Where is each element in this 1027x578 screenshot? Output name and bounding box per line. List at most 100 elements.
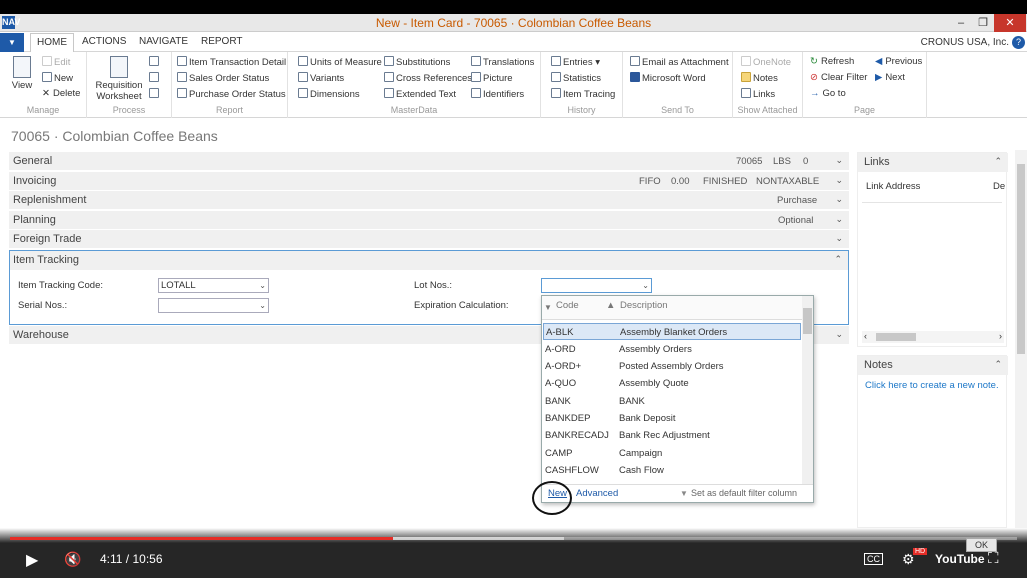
chevron-down-icon[interactable]: ⌄ [642,279,649,292]
mute-icon[interactable]: 🔇 [64,551,81,568]
item-tracking-header[interactable]: Item Tracking ⌃ [10,251,848,270]
lookup-row[interactable]: A-ORD Assembly Orders [543,341,801,358]
ribbon-group-manage: View Edit New ✕ Delete Manage [0,52,87,118]
fasttab-planning[interactable]: Planning Optional ⌄ [9,211,849,230]
fasttab-replenishment[interactable]: Replenishment Purchase ⌄ [9,191,849,210]
fasttab-invoicing[interactable]: Invoicing FIFO 0.00 FINISHED NONTAXABLE … [9,172,849,191]
process-action-1-icon[interactable] [149,56,161,68]
purchase-order-status-button[interactable]: Purchase Order Status [177,88,286,100]
minimize-button[interactable]: – [950,14,972,32]
process-action-3-icon[interactable] [149,88,161,100]
links-hscrollbar-thumb[interactable] [876,333,916,341]
chevron-down-icon: ⌄ [835,194,843,204]
youtube-logo[interactable]: YouTube [935,552,985,566]
fasttab-foreign-trade[interactable]: Foreign Trade ⌄ [9,230,849,249]
tab-home[interactable]: HOME [30,33,74,53]
lookup-row[interactable]: BANKDEP Bank Deposit [543,410,801,427]
chevron-down-icon[interactable]: ⌄ [259,299,266,312]
identifiers-button[interactable]: Identifiers [471,88,524,100]
variants-button[interactable]: Variants [298,72,344,84]
units-of-measure-button[interactable]: Units of Measure [298,56,382,68]
captions-button[interactable]: CC [864,553,883,565]
page-scrollbar[interactable] [1015,150,1027,528]
go-to-button[interactable]: → Go to [810,88,846,99]
lookup-row[interactable]: CASHFLOW Cash Flow [543,462,801,479]
company-name[interactable]: CRONUS USA, Inc. [921,37,1009,48]
lookup-row[interactable]: CAMP Campaign [543,445,801,462]
create-note-link[interactable]: Click here to create a new note. [865,380,999,391]
fullscreen-icon[interactable]: ⛶ [988,550,999,567]
delete-button[interactable]: ✕ Delete [42,88,80,99]
cross-references-button[interactable]: Cross References [384,72,472,84]
page-title: 70065 · Colombian Coffee Beans [11,128,218,144]
tab-report[interactable]: REPORT [201,36,243,47]
next-button[interactable]: ▶ Next [875,72,905,83]
clear-filter-button[interactable]: ⊘ Clear Filter [810,72,867,83]
entries-icon [551,56,561,66]
substitutions-icon [384,56,394,66]
lookup-row[interactable]: A-BLK Assembly Blanket Orders [543,323,801,340]
filter-icon[interactable]: ▼ [544,303,552,312]
refresh-button[interactable]: ↻ Refresh [810,56,854,67]
previous-button[interactable]: ◀ Previous [875,56,922,67]
statistics-button[interactable]: Statistics [551,72,601,84]
summary-inventory: 0 [803,156,809,167]
scroll-right-icon[interactable]: › [999,331,1002,341]
lookup-row[interactable]: BANKRECADJ Bank Rec Adjustment [543,427,801,444]
requisition-worksheet-button[interactable]: Requisition Worksheet [95,56,143,102]
help-icon[interactable]: ? [1012,36,1025,49]
email-as-attachment-button[interactable]: Email as Attachment [630,56,729,68]
translations-button[interactable]: Translations [471,56,534,68]
close-button[interactable]: ✕ [994,14,1026,32]
links-hscrollbar[interactable]: ‹ › [862,331,1004,343]
process-action-2-icon[interactable] [149,72,161,84]
edit-button[interactable]: Edit [42,56,70,68]
play-icon[interactable]: ▶ [26,550,38,570]
scroll-left-icon[interactable]: ‹ [864,331,867,341]
column-code-header[interactable]: Code [556,300,579,311]
item-tracking-code-field[interactable]: LOTALL ⌄ [158,278,269,293]
notes-button[interactable]: Notes [741,72,778,84]
chevron-up-icon: ⌃ [994,156,1002,166]
item-transaction-detail-button[interactable]: Item Transaction Detail [177,56,286,68]
item-tracing-button[interactable]: Item Tracing [551,88,615,100]
tab-navigate[interactable]: NAVIGATE [139,36,188,47]
view-button[interactable]: View [8,56,36,91]
entries-button[interactable]: Entries ▾ [551,56,600,68]
fasttab-general[interactable]: General 70065 LBS 0 ⌄ [9,152,849,171]
links-header[interactable]: Links ⌃ [858,153,1008,172]
app-menu-chevron-icon[interactable]: ▼ [0,33,24,52]
chevron-down-icon: ⌄ [835,175,843,185]
lookup-scrollbar[interactable] [802,296,813,486]
extended-text-button[interactable]: Extended Text [384,88,456,100]
lookup-row[interactable]: A-ORD+ Posted Assembly Orders [543,358,801,375]
links-button[interactable]: Links [741,88,775,100]
page-scrollbar-thumb[interactable] [1017,164,1025,354]
new-button[interactable]: New [42,72,73,84]
dimensions-button[interactable]: Dimensions [298,88,360,100]
serial-nos-field[interactable]: ⌄ [158,298,269,313]
video-progress-bar[interactable] [10,537,1017,540]
maximize-button[interactable]: ❐ [972,14,994,32]
column-description-header[interactable]: Description [620,300,668,311]
sales-order-status-button[interactable]: Sales Order Status [177,72,269,84]
advanced-link[interactable]: Advanced [576,488,618,499]
lot-nos-field[interactable]: ⌄ [541,278,652,293]
notes-header[interactable]: Notes ⌃ [858,356,1008,375]
sort-up-icon[interactable]: ▲ [606,300,615,311]
lookup-scrollbar-thumb[interactable] [803,308,812,334]
tab-actions[interactable]: ACTIONS [82,36,126,47]
substitutions-button[interactable]: Substitutions [384,56,450,68]
ribbon-group-report: Item Transaction Detail Sales Order Stat… [172,52,288,118]
picture-button[interactable]: Picture [471,72,513,84]
onenote-button[interactable]: OneNote [741,56,791,68]
microsoft-word-button[interactable]: Microsoft Word [630,72,706,84]
chevron-down-icon[interactable]: ⌄ [259,279,266,292]
lookup-row[interactable]: BANK BANK [543,393,801,410]
lookup-row[interactable]: A-QUO Assembly Quote [543,375,801,392]
summary-item-no: 70065 [736,156,763,167]
set-default-filter-link[interactable]: Set as default filter column [691,488,797,498]
dimensions-icon [298,88,308,98]
tracing-icon [551,88,561,98]
video-top-bar [0,0,1027,14]
